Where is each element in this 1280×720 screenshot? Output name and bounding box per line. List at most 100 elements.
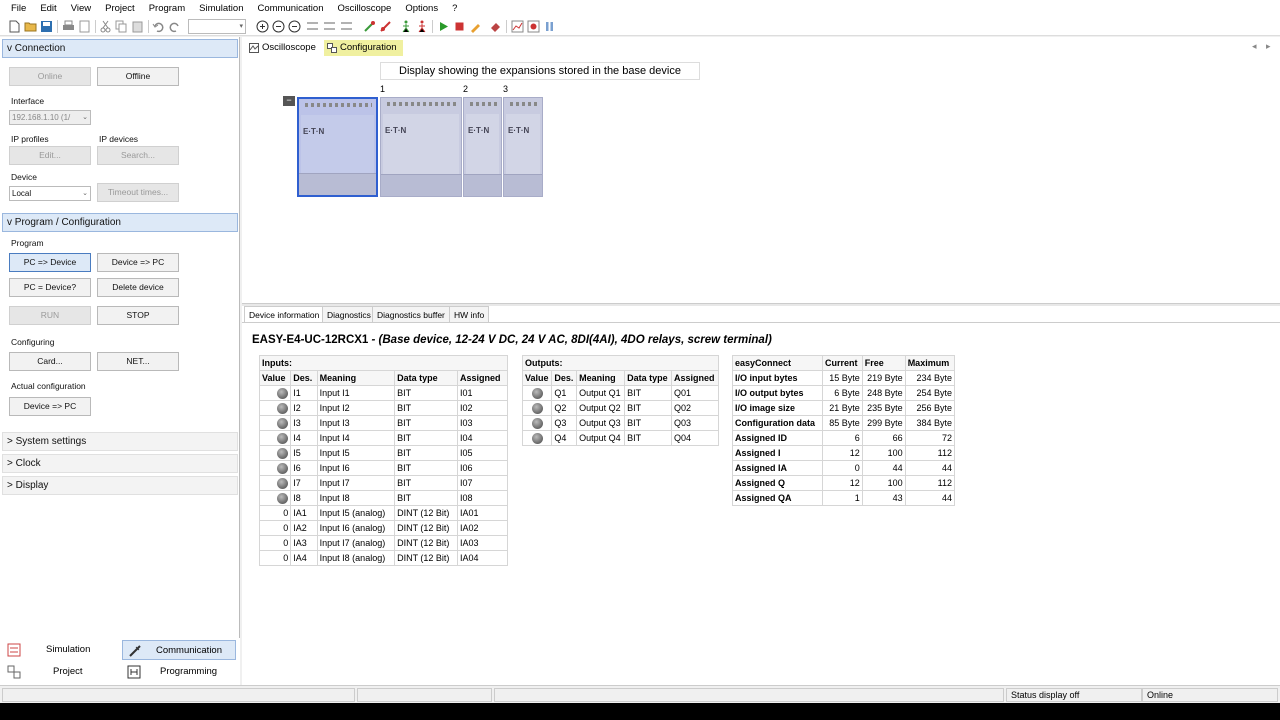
input-data-type: BIT (394, 460, 459, 476)
expansion-module-2[interactable]: E·T·N (463, 97, 502, 197)
pencil-icon[interactable] (469, 20, 482, 33)
play-icon[interactable] (437, 20, 450, 33)
program-section-header[interactable]: v Program / Configuration (2, 213, 238, 232)
device-title: EASY-E4-UC-12RCX1 - (Base device, 12-24 … (252, 334, 772, 346)
stop-person-icon[interactable] (416, 20, 429, 33)
expansion-module-1[interactable]: E·T·N (380, 97, 462, 197)
nav-project[interactable]: Project (2, 662, 120, 682)
nav-communication[interactable]: Communication (122, 640, 236, 660)
copy-icon[interactable] (115, 20, 128, 33)
input-data-type: DINT (12 Bit) (394, 520, 459, 536)
menu-item-oscilloscope[interactable]: Oscilloscope (330, 3, 398, 14)
eraser-icon[interactable] (489, 20, 502, 33)
simulation-icon (7, 643, 21, 657)
nav-programming-label: Programming (160, 666, 218, 677)
online-button[interactable]: Online (9, 67, 91, 86)
expansion-module-3[interactable]: E·T·N (503, 97, 543, 197)
grid3-icon[interactable] (340, 20, 353, 33)
outputs-table: Outputs: Value Des. Meaning Data type Assign… (521, 355, 719, 446)
net-button[interactable]: NET... (97, 352, 179, 371)
delete-device-button[interactable]: Delete device (97, 278, 179, 297)
menu-item-[interactable]: ? (445, 3, 464, 14)
menu-item-edit[interactable]: Edit (33, 3, 63, 14)
led-off-icon (277, 387, 289, 399)
nav-simulation[interactable]: Simulation (2, 640, 120, 660)
menu-item-view[interactable]: View (64, 3, 98, 14)
new-file-icon[interactable] (8, 20, 21, 33)
zoom-in-icon[interactable] (256, 20, 269, 33)
status-cell-3 (494, 688, 1004, 702)
input-assigned: I06 (457, 460, 508, 476)
tab-configuration[interactable]: Configuration (324, 40, 403, 56)
menu-item-file[interactable]: File (4, 3, 33, 14)
easyconnect-value: 100 (861, 475, 906, 491)
display-section[interactable]: > Display (2, 476, 238, 495)
redo-icon[interactable] (168, 20, 181, 33)
stop-icon[interactable] (453, 20, 466, 33)
grid2-icon[interactable] (323, 20, 336, 33)
device-to-pc-button[interactable]: Device => PC (97, 253, 179, 272)
menu-item-communication[interactable]: Communication (250, 3, 330, 14)
zoom-out-icon[interactable] (288, 20, 301, 33)
timeout-times-button[interactable]: Timeout times... (97, 183, 179, 202)
input-designation: I5 (290, 445, 318, 461)
zoom-reset-icon[interactable] (272, 20, 285, 33)
run-button[interactable]: RUN (9, 306, 91, 325)
card-button[interactable]: Card... (9, 352, 91, 371)
undo-icon[interactable] (152, 20, 165, 33)
menu-item-simulation[interactable]: Simulation (192, 3, 250, 14)
pause-icon[interactable] (543, 20, 556, 33)
communication-icon (129, 645, 141, 657)
collapse-minus-icon[interactable]: − (283, 96, 295, 106)
cut-icon[interactable] (99, 20, 112, 33)
system-settings-section[interactable]: > System settings (2, 432, 238, 451)
print-preview-icon[interactable] (78, 20, 91, 33)
print-icon[interactable] (62, 20, 75, 33)
stop-button[interactable]: STOP (97, 306, 179, 325)
paste-icon[interactable] (131, 20, 144, 33)
tab-diagnostics[interactable]: Diagnostics (322, 306, 376, 322)
tab-oscilloscope[interactable]: Oscilloscope (246, 40, 322, 56)
connect-icon[interactable] (363, 20, 376, 33)
menu-item-project[interactable]: Project (98, 3, 142, 14)
offline-button[interactable]: Offline (97, 67, 179, 86)
grid-icon[interactable] (306, 20, 319, 33)
easyconnect-value: 100 (861, 445, 906, 461)
disconnect-icon[interactable] (379, 20, 392, 33)
pc-to-device-button[interactable]: PC => Device (9, 253, 91, 272)
interface-combo[interactable]: 192.168.1.10 (1/ ⌄ (9, 110, 91, 125)
input-data-type: BIT (394, 445, 459, 461)
nav-programming[interactable]: Programming (122, 662, 236, 682)
clock-section[interactable]: > Clock (2, 454, 238, 473)
edit-ip-button[interactable]: Edit... (9, 146, 91, 165)
input-designation: I4 (290, 430, 318, 446)
base-device-module[interactable]: E·T·N (297, 97, 378, 197)
open-folder-icon[interactable] (24, 20, 37, 33)
tab-device-information[interactable]: Device information (244, 306, 325, 322)
toolbar-combo[interactable]: ▾ (188, 19, 246, 34)
search-ip-button[interactable]: Search... (97, 146, 179, 165)
menu-item-program[interactable]: Program (142, 3, 192, 14)
easyconnect-header: easyConnect (731, 355, 824, 371)
input-designation: I1 (290, 385, 318, 401)
table-row: Assigned QA 1 43 44 (731, 490, 956, 506)
input-designation: IA4 (290, 550, 318, 566)
run-person-icon[interactable] (400, 20, 413, 33)
chart-icon[interactable] (511, 20, 524, 33)
input-value (258, 460, 292, 476)
device-combo[interactable]: Local ⌄ (9, 186, 91, 201)
record-icon[interactable] (527, 20, 540, 33)
menu-item-options[interactable]: Options (398, 3, 445, 14)
output-data-type: BIT (624, 400, 673, 416)
scroll-right-icon[interactable]: ▸ (1266, 41, 1271, 52)
input-designation: I7 (290, 475, 318, 491)
save-icon[interactable] (40, 20, 53, 33)
connection-section-header[interactable]: v Connection (2, 39, 238, 58)
easyconnect-value: 1 (822, 490, 863, 506)
pc-equals-device-button[interactable]: PC = Device? (9, 278, 91, 297)
tab-hw-info[interactable]: HW info (449, 306, 490, 322)
scroll-left-icon[interactable]: ◂ (1252, 41, 1257, 52)
table-row: I8 Input I8 BIT I08 (258, 490, 508, 506)
tab-diagnostics-buffer[interactable]: Diagnostics buffer (372, 306, 450, 322)
actual-device-to-pc-button[interactable]: Device => PC (9, 397, 91, 416)
